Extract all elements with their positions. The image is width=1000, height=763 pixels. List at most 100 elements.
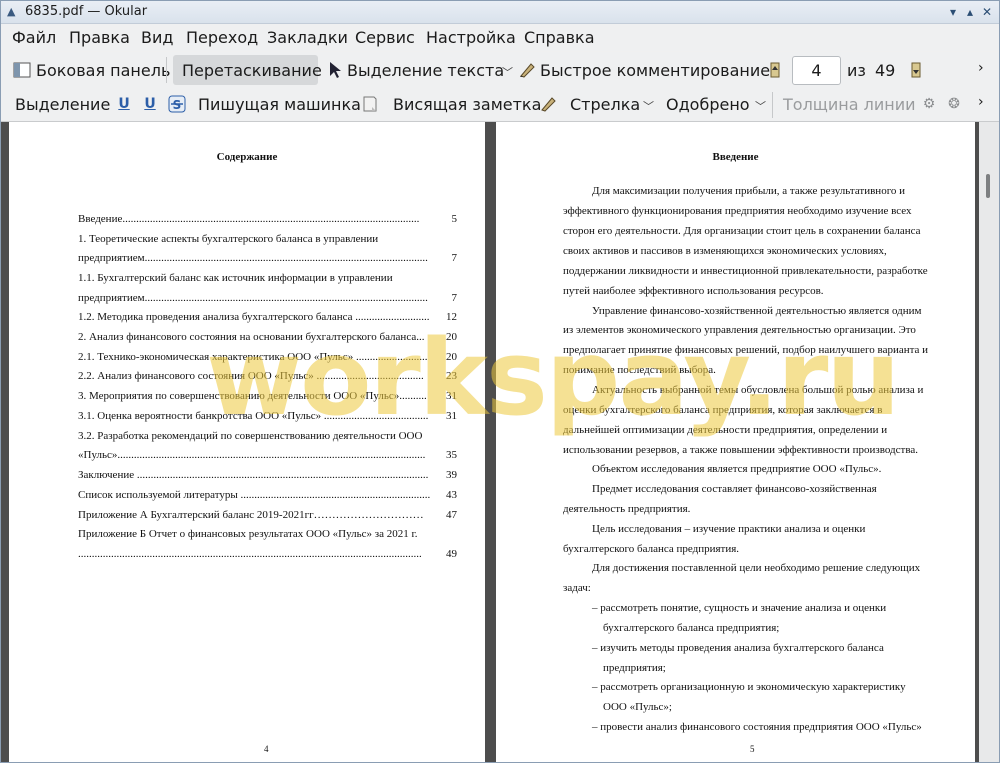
previous-page-icon[interactable] — [769, 61, 781, 79]
drag-mode-button[interactable]: Перетаскивание — [182, 61, 322, 80]
stamp-approved-button[interactable]: Одобрено — [666, 95, 750, 114]
color-icon[interactable]: ❂ — [945, 95, 963, 113]
text-line: предприятия; — [603, 662, 666, 674]
chevron-down-icon[interactable]: ﹀ — [643, 98, 654, 114]
toc-line[interactable]: Заключение .............................… — [78, 469, 428, 481]
line-width-button[interactable]: Толщина линии — [783, 95, 916, 114]
scrollbar-thumb[interactable] — [986, 174, 990, 198]
toc-page: 23 — [446, 370, 457, 382]
toc-line[interactable]: предприятием............................… — [78, 252, 428, 264]
toolbar-overflow-icon[interactable]: › — [978, 94, 984, 110]
page-number-input[interactable]: 4 — [792, 56, 841, 85]
toc-page: 7 — [451, 252, 458, 264]
vertical-scrollbar[interactable] — [979, 122, 999, 762]
toc-line[interactable]: 1.2. Методика проведения анализа бухгалт… — [78, 311, 430, 323]
menu-tools[interactable]: Сервис — [355, 28, 415, 47]
quick-comment-button[interactable]: Быстрое комментирование — [540, 61, 770, 80]
menu-file[interactable]: Файл — [12, 28, 56, 47]
toolbar-overflow-icon[interactable]: › — [978, 60, 984, 76]
cursor-icon — [328, 61, 342, 79]
toc-line[interactable]: предприятием............................… — [78, 292, 428, 304]
menu-settings[interactable]: Настройка — [426, 28, 516, 47]
toc-line[interactable]: 2.2. Анализ финансового состояния ООО «П… — [78, 370, 424, 382]
toc-line[interactable]: «Пульс».................................… — [78, 449, 425, 461]
chevron-down-icon[interactable]: ﹀ — [502, 64, 513, 80]
maximize-icon[interactable]: ▴ — [962, 4, 978, 20]
toc-line[interactable]: 3.1. Оценка вероятности банкротства ООО … — [78, 410, 428, 422]
underline-icon[interactable]: U — [116, 95, 132, 113]
page-number: 5 — [750, 744, 755, 754]
toc-page: 43 — [446, 489, 457, 501]
text-line: Объектом исследования является предприят… — [592, 463, 882, 475]
toc-line[interactable]: Приложение Б Отчет о финансовых результа… — [78, 528, 418, 540]
menu-bookmarks[interactable]: Закладки — [267, 28, 348, 47]
document-view[interactable]: Содержание Введение.....................… — [1, 122, 999, 762]
toc-line[interactable]: 2. Анализ финансового состояния на основ… — [78, 331, 424, 343]
text-line: из элементов экономического управления д… — [563, 324, 916, 336]
menu-help[interactable]: Справка — [524, 28, 595, 47]
text-line: эффективного функционирования предприяти… — [563, 205, 912, 217]
toc-page: 31 — [446, 390, 457, 402]
sidebar-icon — [13, 61, 31, 79]
toc-line[interactable]: 1.1. Бухгалтерский баланс как источник и… — [78, 272, 393, 284]
close-icon[interactable]: ✕ — [979, 4, 995, 20]
text-line: предполагает принятие финансовых решений… — [563, 344, 929, 356]
text-line: путей наиболее эффективного использовани… — [563, 285, 824, 297]
annotation-toolbar: Выделение U U S Пишущая машинка Висящая … — [1, 88, 999, 122]
text-line: сторон его деятельности. Для организации… — [563, 225, 921, 237]
menu-go[interactable]: Переход — [186, 28, 258, 47]
text-line: оценки бухгалтерского баланса предприяти… — [563, 404, 883, 416]
text-line: Предмет исследования составляет финансов… — [592, 483, 877, 495]
text-line: Управление финансово-хозяйственной деяте… — [592, 305, 922, 317]
toc-page: 35 — [446, 449, 457, 461]
minimize-icon[interactable]: ▾ — [945, 4, 961, 20]
toc-page: 47 — [446, 509, 457, 521]
highlight-button[interactable]: Выделение — [15, 95, 110, 114]
sidebar-button[interactable]: Боковая панель — [36, 61, 170, 80]
strikeout-icon[interactable]: S — [168, 95, 186, 113]
toc-page: 20 — [446, 331, 457, 343]
page-title: Введение — [712, 151, 759, 163]
toc-line[interactable]: 2.1. Технико-экономическая характеристик… — [78, 351, 427, 363]
toolbar-separator — [166, 57, 167, 83]
toc-line[interactable]: 3.2. Разработка рекомендаций по совершен… — [78, 430, 422, 442]
toc-line[interactable]: 3. Мероприятия по совершенствованию деят… — [78, 390, 427, 402]
pdf-page-5: Введение Для максимизации получения приб… — [496, 122, 975, 762]
text-line: Для максимизации получения прибыли, а та… — [592, 185, 906, 197]
okular-app-icon: ▲ — [7, 5, 16, 18]
toc-line[interactable]: Введение................................… — [78, 213, 419, 225]
toc-line[interactable]: Приложение А Бухгалтерский баланс 2019-2… — [78, 509, 424, 521]
text-line: ООО «Пульс»; — [603, 701, 672, 713]
page-number: 4 — [264, 744, 269, 754]
text-selection-button[interactable]: Выделение текста — [347, 61, 504, 80]
menu-view[interactable]: Вид — [141, 28, 173, 47]
text-line: понимание последствий выбора. — [563, 364, 716, 376]
text-line: – рассмотреть организационную и экономич… — [592, 681, 906, 693]
toc-page: 20 — [446, 351, 457, 363]
settings-icon[interactable]: ⚙ — [920, 95, 938, 113]
toolbar-separator — [772, 92, 773, 118]
text-line: использовании резервов, а также повышени… — [563, 444, 919, 456]
toc-line[interactable]: ........................................… — [78, 548, 422, 560]
okular-window: ▲ 6835.pdf — Okular ▾ ▴ ✕ Файл Правка Ви… — [0, 0, 1000, 763]
menu-edit[interactable]: Правка — [69, 28, 130, 47]
toc-line[interactable]: 1. Теоретические аспекты бухгалтерского … — [78, 233, 378, 245]
toc-line[interactable]: Список используемой литературы .........… — [78, 489, 430, 501]
chevron-down-icon[interactable]: ﹀ — [755, 98, 766, 114]
typewriter-button[interactable]: Пишущая машинка — [198, 95, 361, 114]
text-line: дальнейшей оптимизации деятельности пред… — [563, 424, 888, 436]
arrow-tool-icon — [539, 95, 557, 113]
page-title: Содержание — [216, 151, 278, 163]
pop-up-note-button[interactable]: Висящая заметка — [393, 95, 541, 114]
squiggly-underline-icon[interactable]: U — [142, 95, 158, 113]
toc-page: 49 — [446, 548, 457, 560]
arrow-button[interactable]: Стрелка — [570, 95, 640, 114]
toc-page: 7 — [451, 292, 458, 304]
text-line: Актуальность выбранной темы обусловлена … — [592, 384, 924, 396]
text-line: задач: — [563, 582, 591, 594]
text-line: Для достижения поставленной цели необход… — [592, 562, 921, 574]
title-bar: ▲ 6835.pdf — Okular ▾ ▴ ✕ — [1, 1, 999, 24]
text-line: – рассмотреть понятие, сущность и значен… — [592, 602, 887, 614]
menu-bar: Файл Правка Вид Переход Закладки Сервис … — [1, 24, 999, 51]
next-page-icon[interactable] — [910, 61, 922, 79]
